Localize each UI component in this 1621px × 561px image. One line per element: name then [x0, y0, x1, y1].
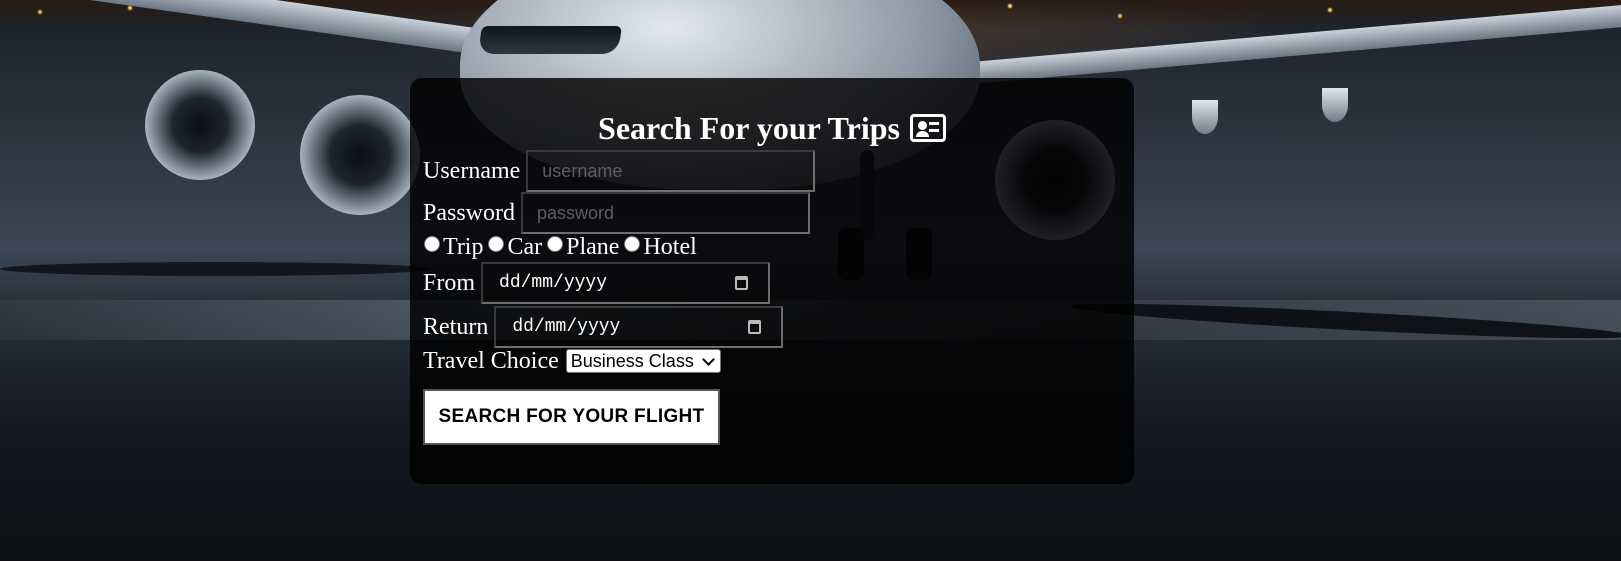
- calendar-icon[interactable]: [748, 320, 762, 334]
- plane-radio-label: Plane: [566, 233, 620, 260]
- return-date-input[interactable]: dd/mm/yyyy: [494, 306, 784, 348]
- travel-choice-row: Travel Choice Business Class: [423, 348, 1121, 374]
- search-flight-button[interactable]: SEARCH FOR YOUR FLIGHT: [423, 389, 720, 445]
- return-date-label: Return: [423, 314, 489, 340]
- car-radio-label: Car: [507, 233, 543, 260]
- form-title-text: Search For your Trips: [598, 110, 900, 146]
- car-radio[interactable]: [488, 236, 505, 252]
- airplane-engine: [145, 70, 255, 180]
- hotel-radio-label: Hotel: [643, 233, 697, 260]
- password-label: Password: [423, 200, 516, 226]
- airplane-wing-fin: [1322, 88, 1348, 122]
- trip-radio[interactable]: [424, 236, 440, 252]
- runway-shadow: [0, 262, 430, 276]
- form-title: Search For your Trips: [423, 108, 1121, 148]
- chevron-down-icon: [701, 352, 715, 366]
- password-input[interactable]: [521, 192, 811, 234]
- calendar-icon[interactable]: [735, 276, 749, 290]
- return-date-row: Return dd/mm/yyyy: [423, 306, 1121, 348]
- username-input[interactable]: [526, 150, 816, 192]
- plane-radio[interactable]: [547, 236, 564, 252]
- travel-choice-select[interactable]: Business Class: [565, 349, 721, 373]
- trip-search-form: Search For your Trips Username Password …: [410, 78, 1134, 484]
- from-date-label: From: [423, 270, 476, 296]
- from-date-row: From dd/mm/yyyy: [423, 262, 1121, 304]
- password-row: Password: [423, 192, 1121, 234]
- hotel-radio[interactable]: [624, 236, 641, 252]
- travel-choice-label: Travel Choice: [423, 348, 559, 374]
- from-date-input[interactable]: dd/mm/yyyy: [481, 262, 771, 304]
- return-date-placeholder: dd/mm/yyyy: [512, 317, 621, 337]
- username-row: Username: [423, 150, 1121, 192]
- from-date-placeholder: dd/mm/yyyy: [499, 273, 608, 293]
- id-card-icon: [909, 114, 946, 142]
- airplane-cockpit: [478, 26, 622, 54]
- trip-radio-label: Trip: [443, 233, 484, 260]
- trip-type-radio-group: Trip Car Plane Hotel: [423, 234, 1121, 260]
- airplane-wing-fin: [1192, 100, 1218, 134]
- airplane-engine: [300, 95, 420, 215]
- username-label: Username: [423, 158, 521, 184]
- travel-choice-selected: Business Class: [570, 351, 694, 371]
